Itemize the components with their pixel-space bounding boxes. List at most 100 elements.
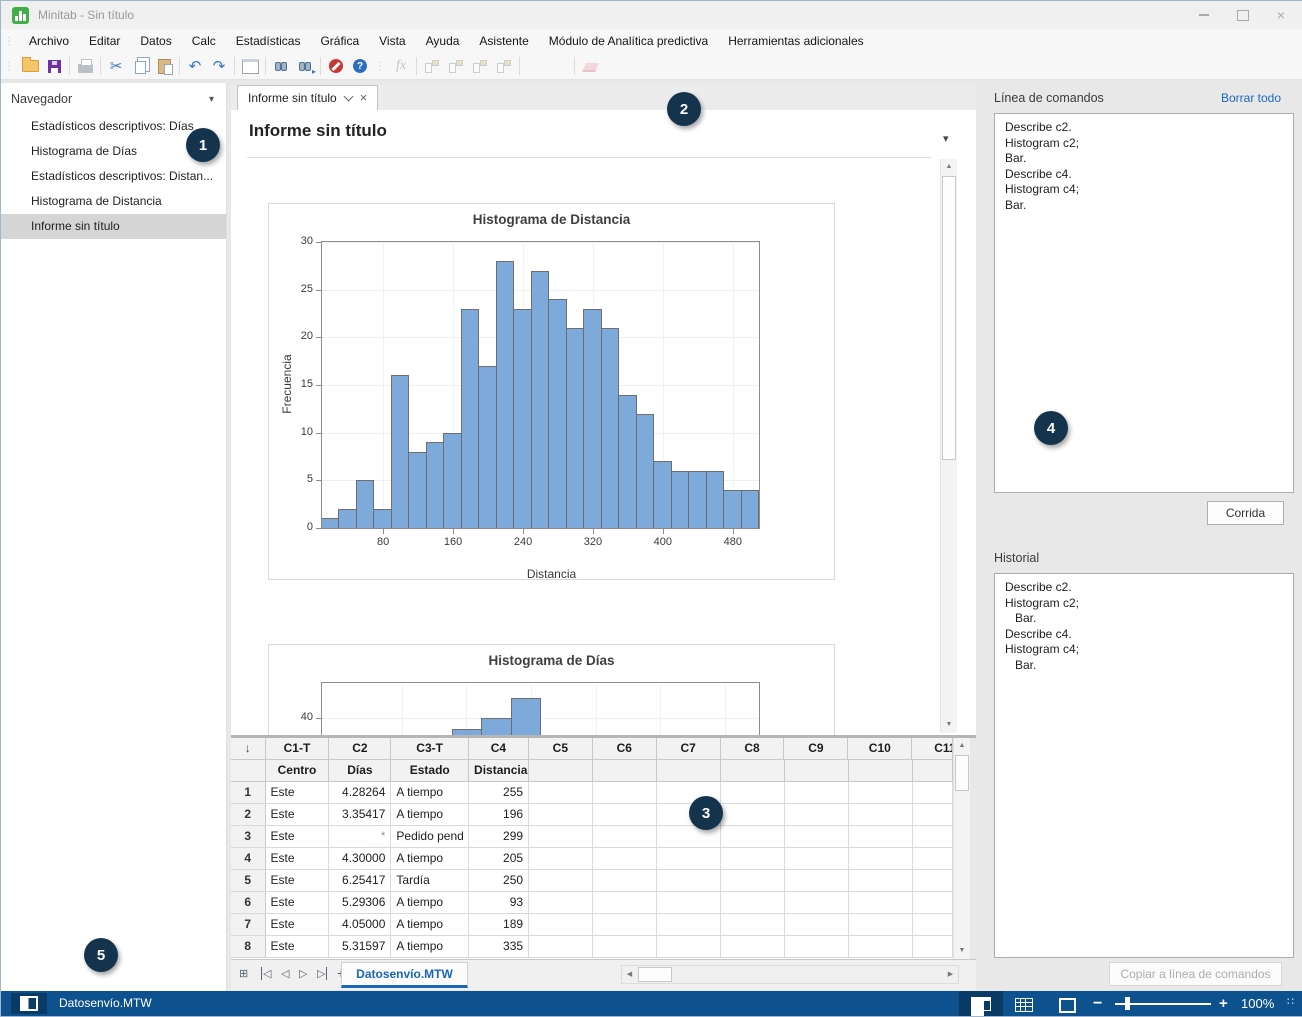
history-output[interactable]: Describe c2. Histogram c2; Bar. Describe c… bbox=[994, 573, 1294, 958]
navigator-toggle-button[interactable] bbox=[11, 993, 47, 1014]
cut-icon[interactable]: ✂ bbox=[104, 55, 128, 78]
edit-last-graph-icon[interactable] bbox=[523, 55, 547, 78]
data-cell[interactable] bbox=[592, 826, 657, 848]
grid-view-icon[interactable] bbox=[1015, 998, 1033, 1012]
data-cell[interactable] bbox=[720, 782, 785, 804]
data-cell[interactable] bbox=[529, 826, 593, 848]
column-name-cell[interactable] bbox=[848, 760, 913, 782]
show-session-window-icon[interactable] bbox=[238, 55, 262, 78]
open-file-icon[interactable] bbox=[18, 55, 42, 78]
column-name-cell[interactable] bbox=[592, 760, 657, 782]
clear-all-link[interactable]: Borrar todo bbox=[1221, 91, 1281, 105]
data-cell[interactable] bbox=[912, 914, 953, 936]
menu-item-herramientas-adicionales[interactable]: Herramientas adicionales bbox=[718, 29, 873, 53]
row-number[interactable]: 4 bbox=[231, 848, 266, 870]
data-cell[interactable] bbox=[848, 848, 913, 870]
single-view-icon[interactable] bbox=[1059, 998, 1076, 1013]
row-number[interactable]: 8 bbox=[231, 936, 266, 958]
scroll-left-icon[interactable]: ◀ bbox=[622, 966, 637, 983]
tab-close-icon[interactable]: × bbox=[360, 91, 368, 104]
tab-chevron-down-icon[interactable] bbox=[343, 91, 354, 102]
data-cell[interactable] bbox=[592, 936, 657, 958]
column-name-cell[interactable] bbox=[656, 760, 721, 782]
insert-cells-icon[interactable] bbox=[420, 55, 444, 78]
data-cell[interactable] bbox=[784, 826, 849, 848]
scroll-thumb[interactable] bbox=[942, 176, 956, 460]
data-cell[interactable] bbox=[720, 914, 785, 936]
data-cell[interactable] bbox=[529, 848, 593, 870]
menu-item-vista[interactable]: Vista bbox=[369, 29, 415, 53]
data-cell[interactable] bbox=[912, 782, 953, 804]
run-button[interactable]: Corrida bbox=[1207, 501, 1284, 525]
data-cell[interactable]: Este bbox=[265, 782, 330, 804]
data-cell[interactable] bbox=[592, 870, 657, 892]
column-name-cell[interactable] bbox=[720, 760, 785, 782]
worksheet-view-button[interactable] bbox=[959, 991, 1003, 1016]
navigator-dropdown-icon[interactable]: ▾ bbox=[209, 94, 214, 105]
data-cell[interactable]: A tiempo bbox=[391, 892, 470, 914]
scroll-down-icon[interactable]: ▼ bbox=[954, 943, 970, 959]
column-name-cell[interactable] bbox=[529, 760, 593, 782]
data-cell[interactable]: Este bbox=[265, 936, 330, 958]
data-cell[interactable] bbox=[848, 804, 913, 826]
worksheet-list-icon[interactable]: ⊞ bbox=[239, 967, 248, 980]
data-cell[interactable]: 93 bbox=[469, 892, 530, 914]
scroll-up-icon[interactable]: ▲ bbox=[941, 159, 957, 175]
copy-to-command-line-button[interactable]: Copiar a línea de comandos bbox=[1109, 962, 1282, 986]
data-cell[interactable] bbox=[529, 892, 593, 914]
column-header-c3-t[interactable]: C3-T bbox=[391, 738, 469, 760]
navigator-item[interactable]: Histograma de Distancia bbox=[1, 189, 226, 214]
find-icon[interactable] bbox=[269, 55, 293, 78]
data-cell[interactable] bbox=[848, 870, 913, 892]
data-cell[interactable] bbox=[720, 936, 785, 958]
data-cell[interactable]: 205 bbox=[469, 848, 530, 870]
navigator-item[interactable]: Estadísticos descriptivos: Distan... bbox=[1, 164, 226, 189]
row-number[interactable]: 3 bbox=[231, 826, 266, 848]
data-cell[interactable]: 3.35417 bbox=[329, 804, 392, 826]
data-cell[interactable]: A tiempo bbox=[391, 804, 470, 826]
maximize-button[interactable] bbox=[1236, 9, 1249, 21]
data-cell[interactable] bbox=[529, 870, 593, 892]
data-cell[interactable] bbox=[529, 914, 593, 936]
data-cell[interactable]: Este bbox=[265, 870, 330, 892]
scroll-up-icon[interactable]: ▲ bbox=[954, 738, 970, 754]
data-cell[interactable] bbox=[656, 870, 721, 892]
column-header-c5[interactable]: C5 bbox=[528, 738, 593, 760]
worksheet-tab[interactable]: Datosenvío.MTW bbox=[341, 962, 468, 988]
data-cell[interactable]: 4.28264 bbox=[329, 782, 392, 804]
data-cell[interactable]: 335 bbox=[469, 936, 530, 958]
data-cell[interactable]: A tiempo bbox=[391, 936, 470, 958]
data-cell[interactable] bbox=[912, 804, 953, 826]
menu-item-datos[interactable]: Datos bbox=[130, 29, 181, 53]
column-header-c1-t[interactable]: C1-T bbox=[265, 738, 330, 760]
column-name-cell[interactable] bbox=[784, 760, 849, 782]
row-number[interactable]: 6 bbox=[231, 892, 266, 914]
data-cell[interactable] bbox=[848, 892, 913, 914]
data-cell[interactable]: 5.31597 bbox=[329, 936, 392, 958]
redo-icon[interactable]: ↷ bbox=[207, 55, 231, 78]
data-cell[interactable]: Este bbox=[265, 804, 330, 826]
row-number[interactable]: 5 bbox=[231, 870, 266, 892]
data-cell[interactable] bbox=[784, 892, 849, 914]
data-cell[interactable] bbox=[592, 804, 657, 826]
menu-item-gr-fica[interactable]: Gráfica bbox=[310, 29, 369, 53]
save-project-icon[interactable] bbox=[42, 55, 66, 78]
print-icon[interactable] bbox=[73, 55, 97, 78]
move-column-icon[interactable] bbox=[492, 55, 516, 78]
menu-item-ayuda[interactable]: Ayuda bbox=[416, 29, 470, 53]
data-cell[interactable] bbox=[848, 936, 913, 958]
data-cell[interactable]: A tiempo bbox=[391, 914, 470, 936]
assign-formula-icon[interactable]: fx bbox=[389, 55, 413, 78]
report-title-dropdown-icon[interactable]: ▾ bbox=[943, 132, 949, 145]
worksheet-hscrollbar[interactable]: ◀ ▶ bbox=[621, 965, 959, 984]
data-cell[interactable] bbox=[720, 848, 785, 870]
menu-item-calc[interactable]: Calc bbox=[182, 29, 226, 53]
data-cell[interactable] bbox=[912, 892, 953, 914]
column-name-cell[interactable] bbox=[912, 760, 953, 782]
scroll-down-icon[interactable]: ▼ bbox=[941, 717, 957, 733]
data-cell[interactable] bbox=[656, 826, 721, 848]
data-cell[interactable]: 4.30000 bbox=[329, 848, 392, 870]
data-cell[interactable] bbox=[592, 782, 657, 804]
menu-item-archivo[interactable]: Archivo bbox=[19, 29, 79, 53]
help-icon[interactable]: ? bbox=[348, 55, 372, 78]
